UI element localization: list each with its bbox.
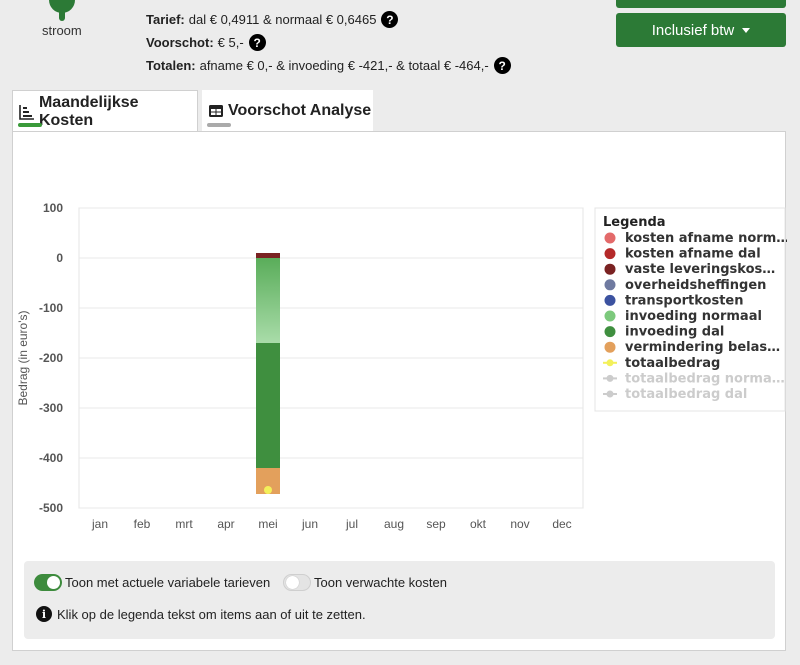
- legend-item[interactable]: totaalbedrag dal: [625, 387, 747, 402]
- caret-down-icon: [742, 27, 751, 33]
- x-tick-label: mrt: [175, 517, 193, 531]
- voorschot-row: Voorschot: € 5,- ?: [146, 34, 266, 51]
- legend-item[interactable]: totaalbedrag norma…: [625, 371, 785, 386]
- x-tick-label: dec: [552, 517, 571, 531]
- bar-segment: [256, 343, 280, 468]
- legend-marker: [604, 248, 616, 260]
- top-area: stroom Tarief: dal € 0,4911 & normaal € …: [0, 0, 800, 90]
- x-tick-label: sep: [426, 517, 446, 531]
- tab-voorschot-analyse[interactable]: Voorschot Analyse: [202, 90, 373, 132]
- y-tick-label: 0: [56, 251, 63, 265]
- tab-label: Voorschot Analyse: [228, 102, 372, 119]
- x-tick-label: okt: [470, 517, 487, 531]
- monthly-costs-chart: 100 0 -100 -200 -300 -400 -500 Bedrag (in euro'…: [16, 201, 787, 531]
- legend-item[interactable]: invoeding normaal: [625, 309, 762, 324]
- bar-segment: [256, 258, 280, 343]
- y-tick-label: -100: [39, 301, 63, 315]
- tarief-label: Tarief:: [146, 12, 185, 27]
- toggle-actuele-tarieven-label[interactable]: Toon met actuele variabele tarieven: [65, 575, 270, 590]
- toggle-verwachte-kosten[interactable]: [283, 574, 311, 591]
- btw-dropdown-button[interactable]: Inclusief btw: [616, 13, 786, 47]
- toggle-knob: [286, 576, 299, 589]
- stroom-icon: [49, 0, 75, 21]
- legend-item[interactable]: vermindering belas…: [625, 340, 780, 355]
- stroom-label: stroom: [42, 23, 82, 38]
- legend-item[interactable]: transportkosten: [625, 293, 744, 308]
- legend-marker: [604, 294, 616, 306]
- top-button[interactable]: [616, 0, 786, 8]
- bar-chart-icon: [19, 104, 34, 120]
- legend-item[interactable]: overheidsheffingen: [625, 278, 766, 293]
- legend-hint-text: Klik op de legenda tekst om items aan of…: [57, 606, 366, 622]
- legend-hint: i Klik op de legenda tekst om items aan …: [36, 606, 366, 622]
- x-tick-label: jun: [301, 517, 318, 531]
- totalen-label: Totalen:: [146, 58, 196, 73]
- x-tick-label: jul: [345, 517, 358, 531]
- toggle-knob: [47, 576, 60, 589]
- x-tick-label: aug: [384, 517, 404, 531]
- totalen-help-icon[interactable]: ?: [493, 57, 511, 74]
- tarief-help-icon[interactable]: ?: [381, 11, 399, 28]
- legend-marker: [606, 359, 614, 367]
- totalen-value: afname € 0,- & invoeding € -421,- & tota…: [199, 58, 489, 73]
- legend-item[interactable]: vaste leveringskos…: [625, 262, 775, 277]
- legend-item[interactable]: totaalbedrag: [625, 356, 720, 371]
- y-tick-label: -300: [39, 401, 63, 415]
- toggle-actuele-tarieven[interactable]: [34, 574, 62, 591]
- legend-marker: [604, 341, 616, 353]
- legend-marker: [604, 310, 616, 322]
- legend-title: Legenda: [603, 215, 666, 230]
- voorschot-label: Voorschot:: [146, 35, 214, 50]
- tab-active-indicator: [18, 123, 42, 127]
- x-tick-label: apr: [217, 517, 234, 531]
- legend-marker: [604, 263, 616, 275]
- legend-item[interactable]: invoeding dal: [625, 325, 724, 340]
- y-tick-label: -200: [39, 351, 63, 365]
- toggle-verwachte-kosten-label[interactable]: Toon verwachte kosten: [314, 575, 447, 590]
- legend-item[interactable]: kosten afname norm…: [625, 231, 787, 246]
- x-tick-label: mei: [258, 517, 277, 531]
- tab-label: Maandelijkse Kosten: [38, 93, 139, 129]
- y-tick-label: 100: [43, 201, 63, 215]
- btw-button-label: Inclusief btw: [651, 21, 735, 39]
- legend-marker: [604, 279, 616, 291]
- bar-segment: [256, 253, 280, 258]
- legend-marker: [606, 374, 614, 382]
- voorschot-value: € 5,-: [217, 35, 244, 50]
- tab-inactive-indicator: [207, 123, 231, 127]
- voorschot-help-icon[interactable]: ?: [248, 34, 266, 51]
- chart-controls: Toon met actuele variabele tarieven Toon…: [24, 561, 775, 639]
- legend-marker: [606, 390, 614, 398]
- legend-item[interactable]: kosten afname dal: [625, 247, 761, 262]
- info-icon: i: [36, 606, 52, 622]
- legend-marker: [604, 326, 616, 338]
- table-icon: [209, 105, 223, 117]
- y-tick-label: -400: [39, 451, 63, 465]
- tarief-value: dal € 0,4911 & normaal € 0,6465: [188, 12, 377, 27]
- y-tick-label: -500: [39, 501, 63, 515]
- legend-marker: [604, 232, 616, 244]
- tab-maandelijkse-kosten[interactable]: Maandelijkse Kosten: [12, 90, 198, 132]
- x-tick-label: feb: [134, 517, 151, 531]
- y-axis-label: Bedrag (in euro's): [16, 310, 30, 405]
- x-tick-label: jan: [91, 517, 108, 531]
- total-point: [264, 486, 272, 494]
- totalen-row: Totalen: afname € 0,- & invoeding € -421…: [146, 57, 511, 74]
- tarief-row: Tarief: dal € 0,4911 & normaal € 0,6465 …: [146, 11, 399, 28]
- x-tick-label: nov: [510, 517, 529, 531]
